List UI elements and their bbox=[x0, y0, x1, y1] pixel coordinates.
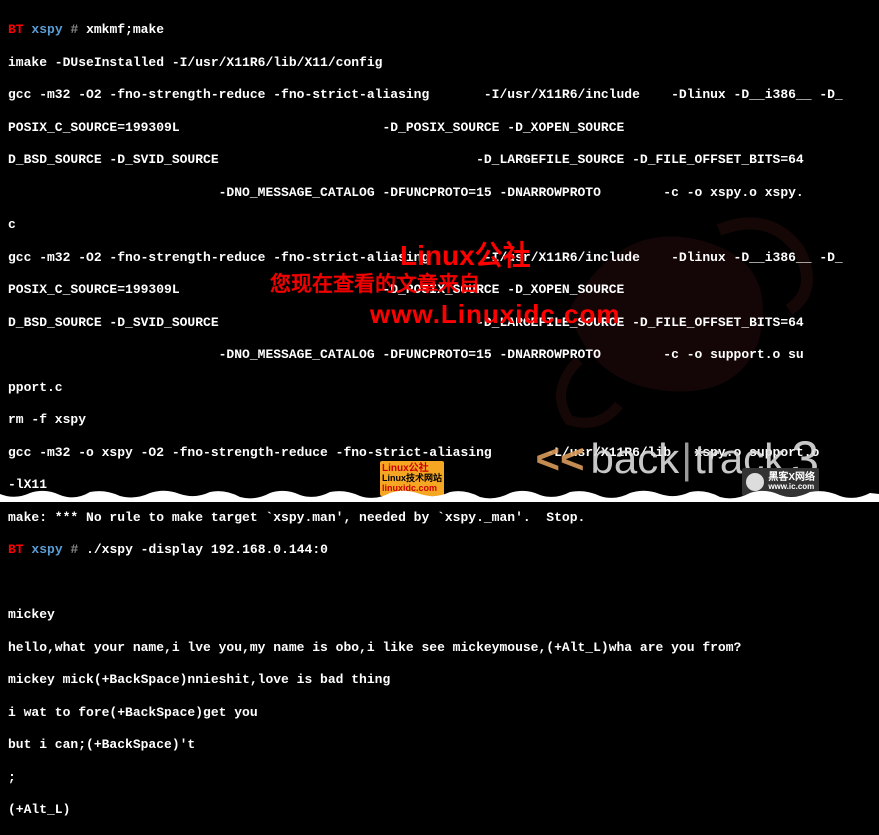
torn-paper-edge bbox=[0, 488, 879, 502]
output-line: mickey bbox=[8, 607, 871, 623]
output-line: D_BSD_SOURCE -D_SVID_SOURCE -D_LARGEFILE… bbox=[8, 152, 871, 168]
output-line: rm -f xspy bbox=[8, 412, 871, 428]
prompt-hash: # bbox=[70, 542, 78, 557]
command-text: xmkmf;make bbox=[86, 22, 164, 37]
output-line: gcc -m32 -O2 -fno-strength-reduce -fno-s… bbox=[8, 87, 871, 103]
output-line: imake -DUseInstalled -I/usr/X11R6/lib/X1… bbox=[8, 55, 871, 71]
output-line: gcc -m32 -O2 -fno-strength-reduce -fno-s… bbox=[8, 250, 871, 266]
output-line: make: *** No rule to make target `xspy.m… bbox=[8, 510, 871, 526]
prompt-host: BT bbox=[8, 542, 24, 557]
output-line: c bbox=[8, 217, 871, 233]
prompt-dir: xspy bbox=[31, 542, 62, 557]
output-line: D_BSD_SOURCE -D_SVID_SOURCE -D_LARGEFILE… bbox=[8, 315, 871, 331]
output-line: i wat to fore(+BackSpace)get you bbox=[8, 705, 871, 721]
logo-angles: << bbox=[535, 433, 584, 486]
prompt-hash: # bbox=[70, 22, 78, 37]
output-line: (+Alt_L) bbox=[8, 802, 871, 818]
output-line: -DNO_MESSAGE_CATALOG -DFUNCPROTO=15 -DNA… bbox=[8, 185, 871, 201]
prompt-host: BT bbox=[8, 22, 24, 37]
logo-separator: | bbox=[681, 433, 692, 486]
output-line: POSIX_C_SOURCE=199309L -D_POSIX_SOURCE -… bbox=[8, 282, 871, 298]
output-line: ; bbox=[8, 770, 871, 786]
output-line: -DNO_MESSAGE_CATALOG -DFUNCPROTO=15 -DNA… bbox=[8, 347, 871, 363]
output-line: POSIX_C_SOURCE=199309L -D_POSIX_SOURCE -… bbox=[8, 120, 871, 136]
output-line: pport.c bbox=[8, 380, 871, 396]
output-line: hello,what your name,i lve you,my name i… bbox=[8, 640, 871, 656]
terminal-output[interactable]: BT xspy # xmkmf;make imake -DUseInstalle… bbox=[8, 6, 871, 835]
prompt-dir: xspy bbox=[31, 22, 62, 37]
command-text: ./xspy -display 192.168.0.144:0 bbox=[86, 542, 328, 557]
logo-part1: back bbox=[591, 433, 680, 486]
output-line: but i can;(+BackSpace)'t bbox=[8, 737, 871, 753]
output-line: mickey mick(+BackSpace)nnieshit,love is … bbox=[8, 672, 871, 688]
output-line bbox=[8, 575, 871, 591]
